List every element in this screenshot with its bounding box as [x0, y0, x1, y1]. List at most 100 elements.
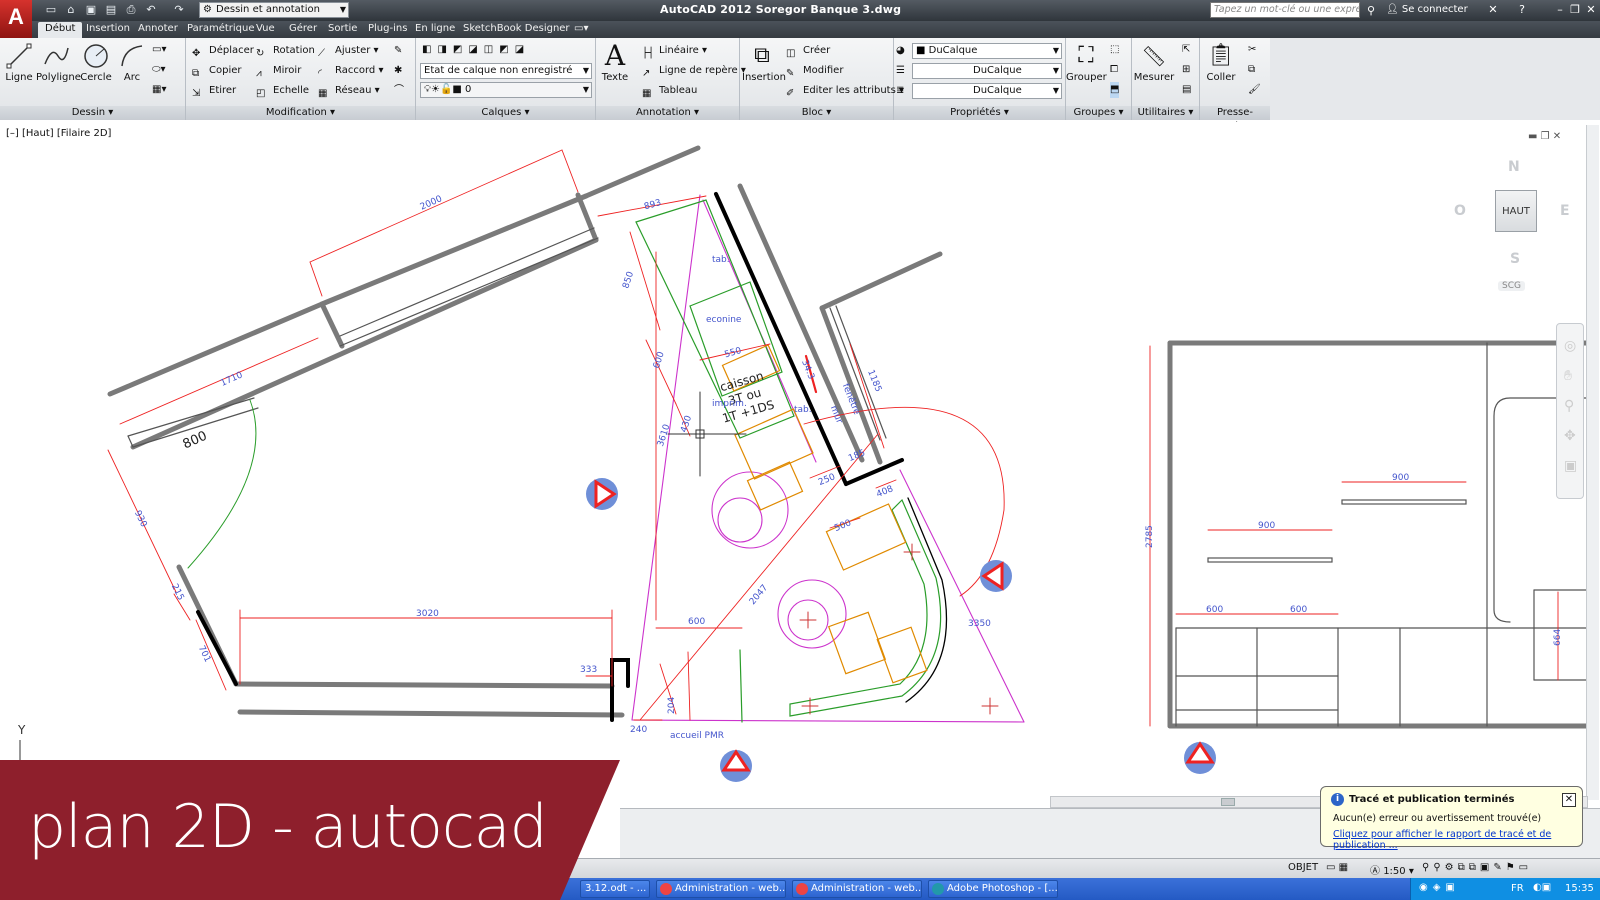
pan-icon[interactable]: ✋︎ [1564, 368, 1572, 384]
color-wheel-icon[interactable]: ◕ [896, 43, 905, 59]
save-icon[interactable]: ▣ [84, 3, 98, 17]
tab-parametrique[interactable]: Paramétrique [187, 23, 255, 34]
application-menu-button[interactable]: A [0, 0, 32, 38]
ellipse-tool-icon[interactable]: ⬭▾ [152, 62, 166, 78]
showmotion-icon[interactable]: ▣ [1564, 458, 1577, 474]
viewcube-north[interactable]: N [1508, 159, 1520, 175]
tab-gerer[interactable]: Gérer [289, 23, 317, 34]
binoculars-icon[interactable]: ⚲ [1364, 4, 1378, 17]
steering-wheel-icon[interactable]: ◎ [1564, 338, 1576, 354]
undo-icon[interactable]: ↶ [144, 3, 158, 17]
edit-block-button[interactable]: ✎ Modifier [786, 63, 843, 79]
tray-icons[interactable]: ◉◈▣ [1419, 882, 1460, 893]
table-button[interactable]: ▦ Tableau [642, 83, 697, 99]
panel-dessin-title[interactable]: Dessin ▾ [0, 106, 185, 120]
navigation-bar[interactable]: ◎ ✋︎ ⚲ ✥ ▣ [1556, 323, 1584, 499]
panel-bloc-title[interactable]: Bloc ▾ [740, 106, 893, 120]
measure-button[interactable]: 📏︎ Mesurer [1132, 42, 1176, 83]
network-icon[interactable]: ◐▣ [1533, 882, 1551, 893]
rectangle-tool-icon[interactable]: ▭▾ [152, 42, 166, 58]
group-selection-icon[interactable]: ⬒ [1110, 82, 1120, 98]
id-point-icon[interactable]: ▤ [1182, 82, 1191, 98]
move-button[interactable]: ✥ Déplacer [192, 43, 254, 59]
layer-state-dropdown[interactable]: Etat de calque non enregistré ▼ [420, 63, 592, 79]
ucs-dropdown[interactable]: SCG [1498, 281, 1525, 291]
match-properties-icon[interactable]: 🖌︎ [1248, 82, 1261, 98]
hatch-tool-icon[interactable]: ▦▾ [152, 82, 166, 98]
linear-dimension-button[interactable]: ├┤ Linéaire ▾ [642, 43, 707, 59]
linetype-icon[interactable]: ☰ [896, 63, 905, 79]
mirror-button[interactable]: ⩘ Miroir [256, 63, 301, 79]
help-icon[interactable]: ? [1515, 3, 1529, 16]
color-dropdown[interactable]: ■ DuCalque ▼ [912, 43, 1062, 59]
close-icon[interactable]: ✕ [1562, 793, 1576, 807]
panel-proprietes-title[interactable]: Propriétés ▾ [894, 106, 1065, 120]
open-file-icon[interactable]: ⌂ [64, 3, 78, 17]
text-button[interactable]: A Texte [600, 42, 630, 84]
close-button[interactable]: ✕ [1584, 3, 1598, 16]
array-button[interactable]: ▦ Réseau ▾ [318, 83, 380, 99]
group-edit-icon[interactable]: ⧠ [1110, 62, 1118, 78]
panel-modification-title[interactable]: Modification ▾ [186, 106, 415, 120]
tab-en-ligne[interactable]: En ligne [415, 23, 455, 34]
panel-presse-title[interactable]: Presse-papiers [1200, 106, 1270, 132]
exchange-icon[interactable]: ✕ [1486, 3, 1500, 16]
search-input[interactable]: Tapez un mot-clé ou une expressio [1210, 2, 1360, 18]
workspace-dropdown[interactable]: ⚙ Dessin et annotation ▼ [199, 2, 349, 18]
erase-icon[interactable]: ✎ [394, 43, 402, 59]
tab-vue[interactable]: Vue [256, 23, 275, 34]
tab-sketchbook[interactable]: SketchBook Designer [463, 23, 570, 34]
viewcube-south[interactable]: S [1510, 251, 1520, 267]
explode-icon[interactable]: ✱ [394, 63, 402, 79]
lineweight-icon[interactable]: ≣ [896, 83, 904, 99]
tab-annoter[interactable]: Annoter [138, 23, 178, 34]
circle-button[interactable]: Cercle [80, 42, 112, 83]
taskbar-item[interactable]: Administration - web... [656, 880, 786, 898]
viewcube-top-face[interactable]: HAUT [1495, 190, 1537, 232]
redo-icon[interactable]: ↷ [172, 3, 186, 17]
layer-tools-icons[interactable]: ◧◨◩◪◫◩◪ [422, 42, 530, 58]
status-tray-icons[interactable]: ⚲⚲⚙⧉⧉▣✎⚑▭ [1422, 862, 1532, 873]
minimize-button[interactable]: – [1553, 3, 1567, 16]
tab-plugins[interactable]: Plug-ins [368, 23, 407, 34]
line-button[interactable]: Ligne [4, 42, 34, 83]
plot-icon[interactable]: ⎙ [124, 3, 138, 17]
notification-link[interactable]: Cliquez pour afficher le rapport de trac… [1333, 829, 1582, 851]
insert-block-button[interactable]: ⧉ Insertion [742, 42, 786, 83]
ungroup-icon[interactable]: ⬚ [1110, 42, 1119, 58]
sign-in-button[interactable]: 👤︎ Se connecter [1386, 4, 1468, 15]
save-as-icon[interactable]: ▤ [104, 3, 118, 17]
tab-insertion[interactable]: Insertion [86, 23, 130, 34]
calculator-icon[interactable]: ⊞ [1182, 62, 1190, 78]
quick-select-icon[interactable]: ⇱ [1182, 42, 1190, 58]
panel-annotation-title[interactable]: Annotation ▾ [596, 106, 739, 120]
linetype-dropdown[interactable]: DuCalque ▼ [912, 63, 1062, 79]
language-indicator[interactable]: FR [1511, 883, 1524, 894]
model-layout-icon[interactable]: ▭ ▦ [1326, 862, 1348, 873]
layer-dropdown[interactable]: 💡︎☀🔓■ 0 ▼ [420, 82, 592, 98]
rotate-button[interactable]: ↻ Rotation [256, 43, 315, 59]
polyline-button[interactable]: Polyligne [36, 42, 81, 83]
lineweight-dropdown[interactable]: DuCalque ▼ [912, 83, 1062, 99]
copy-button[interactable]: ⧉ Copier [192, 63, 242, 79]
restore-button[interactable]: ❐ [1568, 3, 1582, 16]
scale-button[interactable]: ◰ Echelle [256, 83, 309, 99]
orbit-icon[interactable]: ✥ [1564, 428, 1576, 444]
panel-groupes-title[interactable]: Groupes ▾ [1066, 106, 1131, 120]
tab-debut[interactable]: Début [38, 22, 83, 38]
offset-icon[interactable]: ⌒ [394, 83, 404, 99]
copy-clip-icon[interactable]: ⧉ [1248, 62, 1255, 78]
arc-button[interactable]: Arc [118, 42, 146, 83]
taskbar-item[interactable]: Administration - web... [792, 880, 922, 898]
scroll-thumb[interactable] [1221, 798, 1235, 806]
viewcube-east[interactable]: E [1560, 203, 1570, 219]
taskbar-item[interactable]: Adobe Photoshop - [... [928, 880, 1058, 898]
panel-utilitaires-title[interactable]: Utilitaires ▾ [1132, 106, 1199, 120]
ribbon-options-icon[interactable]: ▭▾ [574, 23, 588, 34]
panel-calques-title[interactable]: Calques ▾ [416, 106, 595, 120]
fillet-button[interactable]: ◜ Raccord ▾ [318, 63, 383, 79]
viewcube-west[interactable]: O [1454, 203, 1466, 219]
stretch-button[interactable]: ⇲ Etirer [192, 83, 236, 99]
leader-button[interactable]: ↗ Ligne de repère ▾ [642, 63, 746, 79]
paste-button[interactable]: 📋︎ Coller [1204, 42, 1238, 83]
